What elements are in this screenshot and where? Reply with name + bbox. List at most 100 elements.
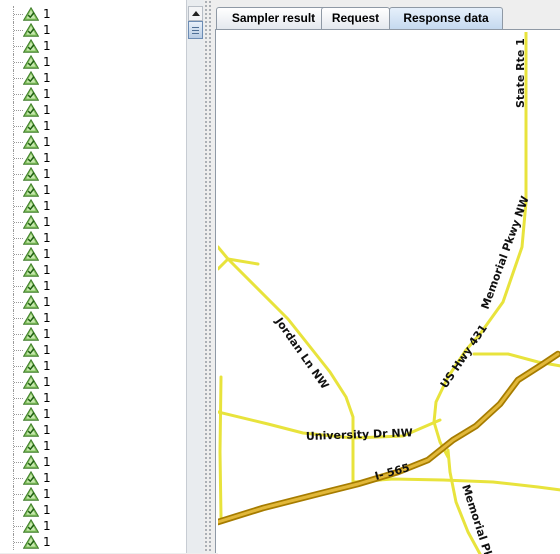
tree-connector — [14, 478, 23, 479]
tree-node[interactable]: 1 — [0, 374, 186, 390]
tree-node-label: 1 — [43, 407, 51, 421]
tree-node[interactable]: 1 — [0, 470, 186, 486]
tree-connector — [14, 94, 23, 95]
tree-node[interactable]: 1 — [0, 502, 186, 518]
tree-node-label: 1 — [43, 263, 51, 277]
tree-node[interactable]: 1 — [0, 422, 186, 438]
tree-node-label: 1 — [43, 151, 51, 165]
tree-connector — [14, 238, 23, 239]
tree-node[interactable]: 1 — [0, 278, 186, 294]
tree-node[interactable]: 1 — [0, 150, 186, 166]
tree-node-label: 1 — [43, 487, 51, 501]
tree-node-label: 1 — [43, 535, 51, 549]
tree-scrollbar[interactable] — [186, 0, 204, 553]
tree-node[interactable]: 1 — [0, 118, 186, 134]
tree-node[interactable]: 1 — [0, 358, 186, 374]
success-result-icon — [23, 391, 39, 405]
tree-node[interactable]: 1 — [0, 6, 186, 22]
label-jordan-ln-nw: Jordan Ln NW — [272, 314, 331, 391]
tree-node[interactable]: 1 — [0, 102, 186, 118]
tree-node-label: 1 — [43, 71, 51, 85]
grip-line — [192, 27, 199, 28]
tree-connector — [14, 350, 23, 351]
tree-node[interactable]: 1 — [0, 294, 186, 310]
tree-connector — [14, 286, 23, 287]
success-result-icon — [23, 39, 39, 53]
tree-node[interactable]: 1 — [0, 134, 186, 150]
tree-node-label: 1 — [43, 55, 51, 69]
tree-connector — [14, 494, 23, 495]
tree-node[interactable]: 1 — [0, 38, 186, 54]
tree-connector — [14, 270, 23, 271]
tree-node[interactable]: 1 — [0, 534, 186, 550]
scroll-thumb[interactable] — [188, 21, 203, 39]
tree-node[interactable]: 1 — [0, 262, 186, 278]
tree-node[interactable]: 1 — [0, 166, 186, 182]
tree-node[interactable]: 1 — [0, 70, 186, 86]
tree-node-label: 1 — [43, 343, 51, 357]
tree-node-label: 1 — [43, 167, 51, 181]
tree-connector — [14, 366, 23, 367]
tree-connector — [14, 14, 23, 15]
tree-node[interactable]: 1 — [0, 310, 186, 326]
success-result-icon — [23, 311, 39, 325]
tree-connector — [14, 206, 23, 207]
tree-node[interactable]: 1 — [0, 198, 186, 214]
split-pane-divider[interactable] — [204, 0, 212, 553]
tree-node[interactable]: 1 — [0, 54, 186, 70]
tree-node-label: 1 — [43, 119, 51, 133]
tree-connector — [14, 430, 23, 431]
success-result-icon — [23, 295, 39, 309]
tab-sampler-result[interactable]: Sampler result — [216, 7, 331, 29]
tree-node-label: 1 — [43, 455, 51, 469]
grip-line — [192, 30, 199, 31]
tree-connector — [14, 142, 23, 143]
tree-node[interactable]: 1 — [0, 406, 186, 422]
success-result-icon — [23, 87, 39, 101]
tree-node[interactable]: 1 — [0, 438, 186, 454]
tree-node-label: 1 — [43, 215, 51, 229]
tree-node[interactable]: 1 — [0, 182, 186, 198]
tree-node[interactable]: 1 — [0, 246, 186, 262]
tree-node-label: 1 — [43, 247, 51, 261]
tree-connector — [14, 110, 23, 111]
success-result-icon — [23, 535, 39, 549]
tree-node-label: 1 — [43, 7, 51, 21]
tree-node[interactable]: 1 — [0, 86, 186, 102]
success-result-icon — [23, 423, 39, 437]
success-result-icon — [23, 343, 39, 357]
tree-node-label: 1 — [43, 423, 51, 437]
label-memorial-pkwy-south: Memorial Pkwy — [459, 483, 501, 554]
tree-connector — [14, 302, 23, 303]
tree-connector — [14, 382, 23, 383]
tree-node-label: 1 — [43, 359, 51, 373]
label-university-dr-nw: University Dr NW — [306, 426, 413, 443]
success-result-icon — [23, 167, 39, 181]
tab-request[interactable]: Request — [321, 7, 390, 29]
tree-node[interactable]: 1 — [0, 454, 186, 470]
tree-node-label: 1 — [43, 103, 51, 117]
success-result-icon — [23, 199, 39, 213]
tree-node-label: 1 — [43, 199, 51, 213]
tree-node[interactable]: 1 — [0, 342, 186, 358]
tree-node[interactable]: 1 — [0, 390, 186, 406]
tree-node[interactable]: 1 — [0, 22, 186, 38]
tree-node[interactable]: 1 — [0, 230, 186, 246]
success-result-icon — [23, 455, 39, 469]
scroll-up-button[interactable] — [188, 6, 203, 21]
tree-node[interactable]: 1 — [0, 518, 186, 534]
success-result-icon — [23, 471, 39, 485]
success-result-icon — [23, 327, 39, 341]
result-tree: 1 1 1 1 1 1 1 1 1 1 1 1 1 1 1 1 1 1 1 1 1 1 1 1 1 1 1 1 1 1 1 1 1 1 — [0, 0, 186, 553]
tree-node[interactable]: 1 — [0, 214, 186, 230]
success-result-icon — [23, 183, 39, 197]
tree-node[interactable]: 1 — [0, 486, 186, 502]
tree-connector — [14, 46, 23, 47]
tree-connector — [14, 334, 23, 335]
tree-node[interactable]: 1 — [0, 326, 186, 342]
tab-response-data[interactable]: Response data — [389, 7, 503, 29]
map-image[interactable]: State Rte 1 Memorial Pkwy NW US Hwy 431 … — [218, 32, 560, 554]
success-result-icon — [23, 23, 39, 37]
tree-connector — [14, 510, 23, 511]
road-map: State Rte 1 Memorial Pkwy NW US Hwy 431 … — [218, 32, 560, 554]
